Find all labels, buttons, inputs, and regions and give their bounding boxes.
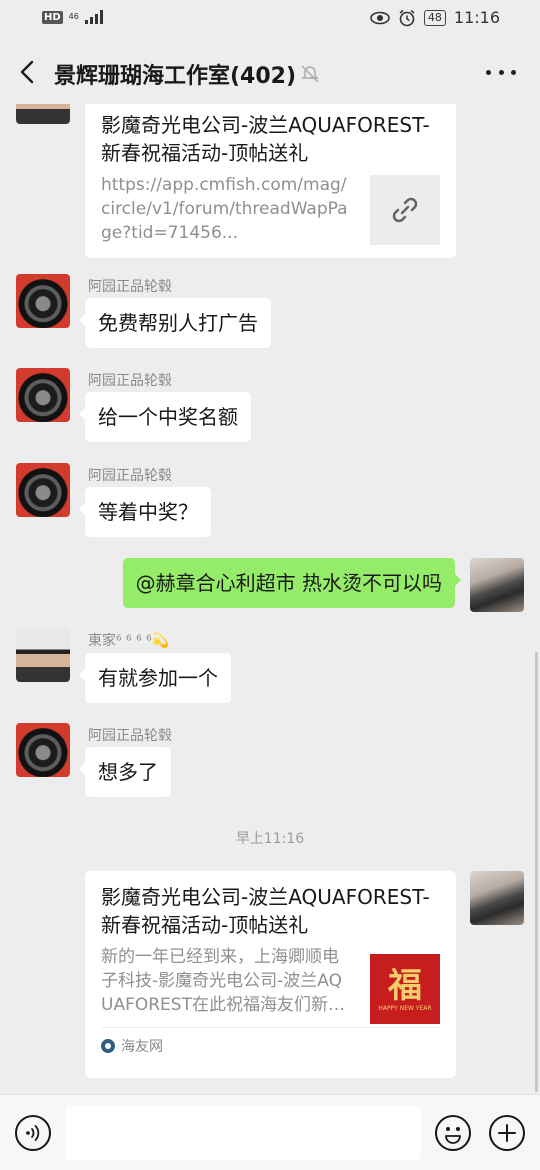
alarm-icon bbox=[399, 9, 415, 26]
sender-name: 阿园正品轮毂 bbox=[88, 373, 172, 389]
chat-title: 景辉珊瑚海工作室(402) bbox=[54, 64, 297, 89]
sender-name: 阿园正品轮毂 bbox=[88, 728, 172, 744]
article-card[interactable]: 影魔奇光电公司-波兰AQUAFOREST-新春祝福活动-顶帖送礼 新的一年已经到… bbox=[85, 871, 456, 1078]
link-card[interactable]: 影魔奇光电公司-波兰AQUAFOREST-新春祝福活动-顶帖送礼 https:/… bbox=[85, 104, 456, 258]
battery-icon: 48 bbox=[423, 9, 446, 26]
avatar[interactable] bbox=[470, 871, 524, 925]
message-bubble-mine[interactable]: @赫章合心利超市 热水烫不可以吗 bbox=[122, 558, 462, 608]
eye-icon bbox=[370, 11, 390, 24]
status-right: 48 11:16 bbox=[370, 8, 500, 27]
voice-icon bbox=[26, 1125, 40, 1141]
thumbnail-caption: HAPPY NEW YEAR bbox=[378, 1004, 432, 1012]
card-thumbnail: 福 HAPPY NEW YEAR bbox=[370, 954, 440, 1024]
avatar[interactable] bbox=[16, 104, 70, 124]
message-bubble[interactable]: 等着中奖？ bbox=[79, 487, 211, 537]
network-type: 46 bbox=[69, 13, 79, 21]
avatar[interactable] bbox=[16, 368, 70, 422]
more-button[interactable] bbox=[486, 62, 516, 82]
message-bubble[interactable]: 有就参加一个 bbox=[79, 653, 231, 703]
emoji-icon bbox=[445, 1127, 461, 1144]
input-bar bbox=[0, 1094, 540, 1170]
status-bar: HD 46 48 11:16 bbox=[0, 0, 540, 40]
more-icon bbox=[486, 69, 491, 75]
plus-button[interactable] bbox=[489, 1115, 525, 1151]
emoji-button[interactable] bbox=[435, 1115, 471, 1151]
card-url: https://app.cmfish.com/mag/circle/v1/for… bbox=[101, 175, 348, 243]
back-button[interactable] bbox=[14, 58, 40, 86]
link-thumbnail bbox=[370, 175, 440, 245]
back-icon bbox=[20, 60, 34, 84]
sender-name: 阿园正品轮毂 bbox=[88, 279, 172, 295]
voice-button[interactable] bbox=[15, 1115, 51, 1151]
mute-icon bbox=[301, 65, 319, 83]
avatar[interactable] bbox=[16, 274, 70, 328]
card-source: 海友网 bbox=[101, 1027, 440, 1056]
status-time: 11:16 bbox=[453, 8, 500, 27]
hd-badge: HD bbox=[42, 10, 63, 24]
sender-name: 東家⁶ ⁶ ⁶ ⁶💫 bbox=[88, 633, 170, 649]
message-bubble[interactable]: 想多了 bbox=[79, 747, 171, 797]
chat-header: 景辉珊瑚海工作室(402) bbox=[0, 40, 540, 104]
avatar[interactable] bbox=[16, 723, 70, 777]
avatar[interactable] bbox=[16, 628, 70, 682]
avatar[interactable] bbox=[16, 463, 70, 517]
timestamp: 早上11:16 bbox=[235, 831, 305, 847]
signal-icon bbox=[84, 10, 103, 24]
network-label: 46 bbox=[68, 12, 79, 21]
message-bubble[interactable]: 给一个中奖名额 bbox=[79, 392, 251, 442]
card-description: 新的一年已经到来，上海卿顺电子科技-影魔奇光电公司-波兰AQUAFOREST在此… bbox=[101, 947, 345, 1015]
card-title: 影魔奇光电公司-波兰AQUAFOREST-新春祝福活动-顶帖送礼 bbox=[101, 113, 430, 165]
link-icon bbox=[392, 197, 418, 223]
message-bubble[interactable]: 免费帮别人打广告 bbox=[79, 298, 271, 348]
fu-character: 福 bbox=[388, 965, 422, 1006]
message-input[interactable] bbox=[65, 1106, 421, 1160]
source-name: 海友网 bbox=[121, 1039, 163, 1055]
avatar[interactable] bbox=[470, 558, 524, 612]
chat-area[interactable]: 影魔奇光电公司-波兰AQUAFOREST-新春祝福活动-顶帖送礼 https:/… bbox=[0, 104, 540, 1094]
sender-name: 阿园正品轮毂 bbox=[88, 468, 172, 484]
status-left: HD 46 bbox=[42, 10, 103, 24]
plus-icon bbox=[498, 1124, 516, 1142]
card-title: 影魔奇光电公司-波兰AQUAFOREST-新春祝福活动-顶帖送礼 bbox=[101, 885, 430, 937]
source-logo-icon bbox=[101, 1039, 115, 1053]
scrollbar[interactable] bbox=[535, 652, 538, 1092]
